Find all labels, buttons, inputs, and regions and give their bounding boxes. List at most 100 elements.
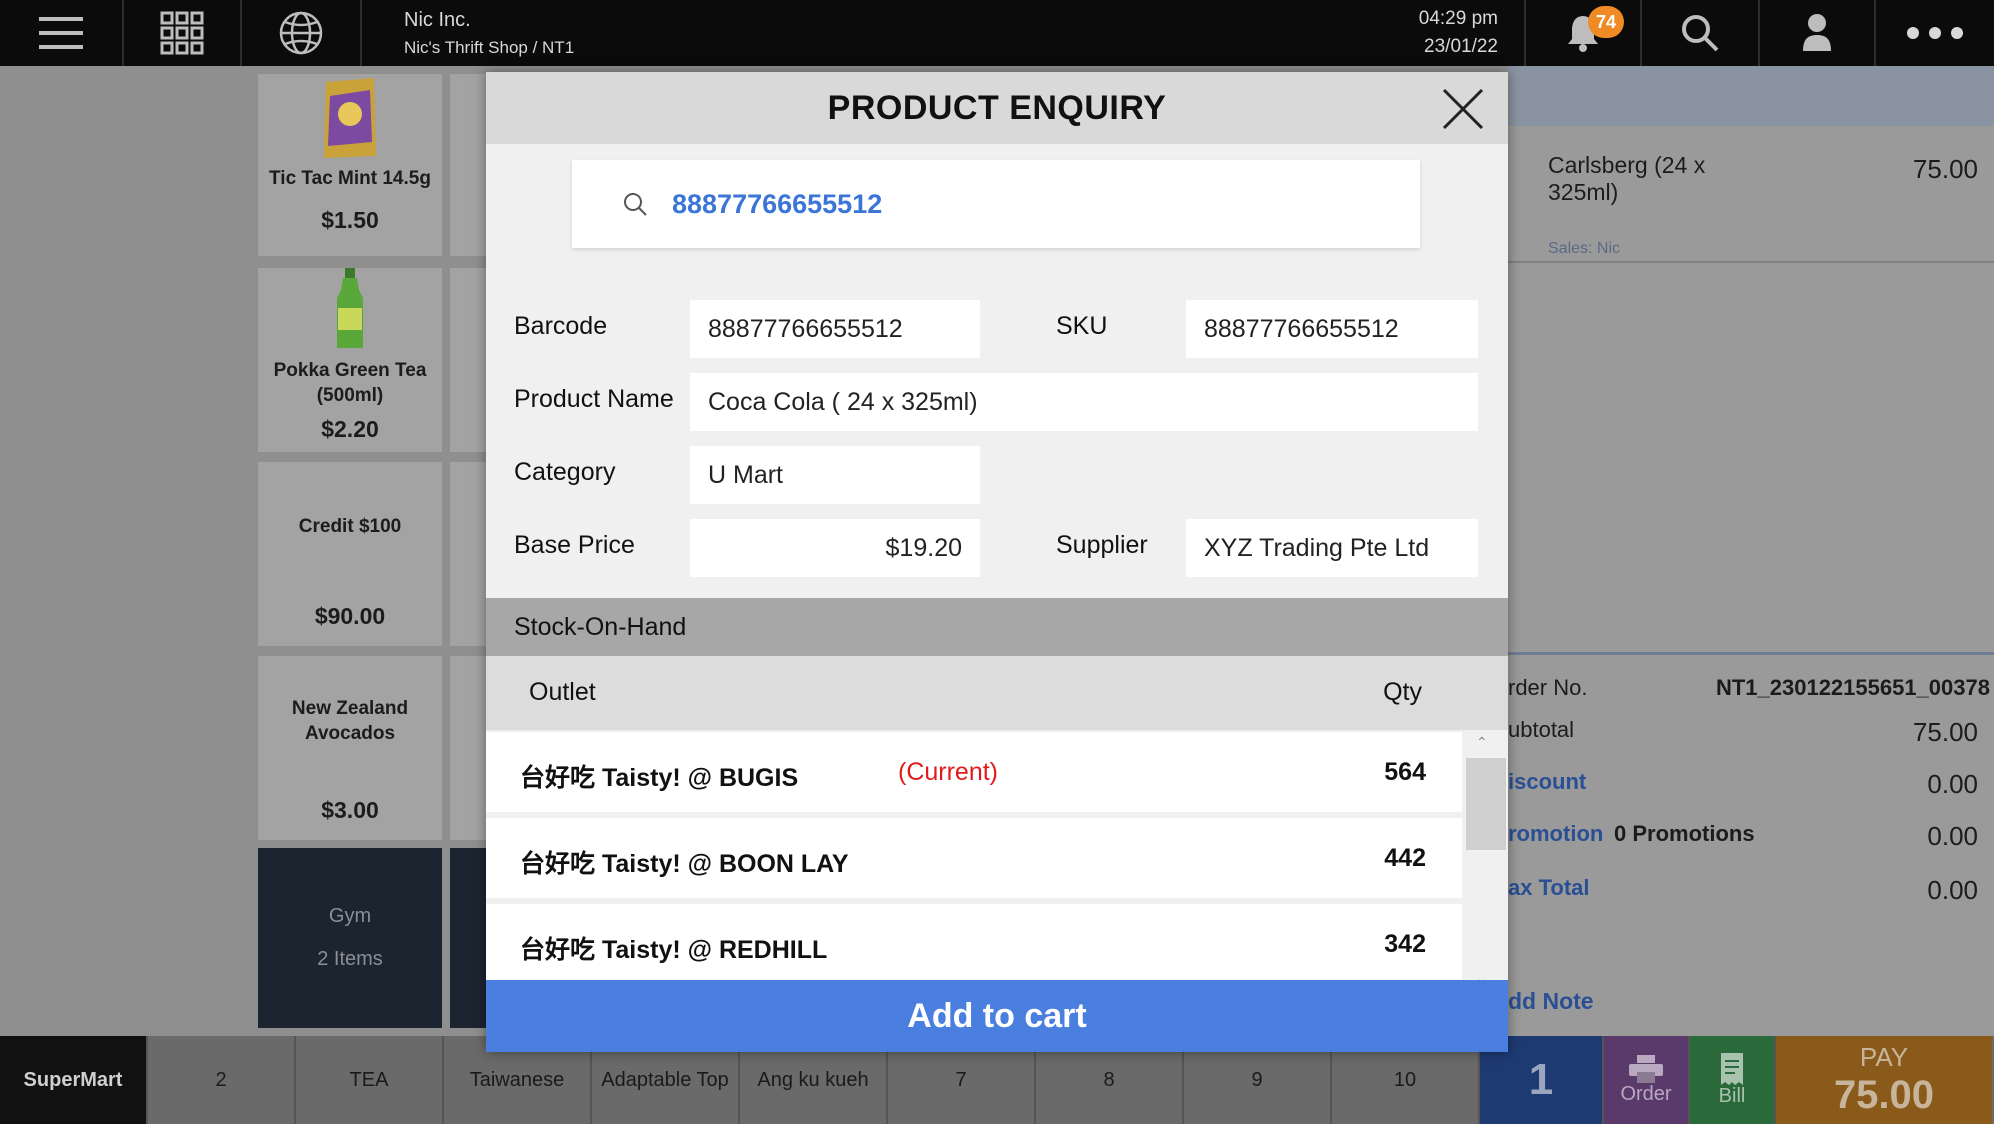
stock-row[interactable]: 台好吃 Taisty! @ REDHILL 342 [486,904,1462,984]
bill-button[interactable]: Bill [1690,1036,1776,1124]
category-field: U Mart [690,446,980,504]
outlet-name: 台好吃 Taisty! @ BOON LAY [520,850,849,878]
product-tile[interactable]: Credit $100 $90.00 [258,462,442,646]
cart-item-name: Carlsberg (24 x 325ml) [1548,152,1706,205]
apps-button[interactable] [124,0,242,66]
user-button[interactable] [1760,0,1876,66]
candy-pack-icon [324,78,376,158]
outlet-qty: 442 [1384,844,1426,872]
stock-on-hand-title: Stock-On-Hand [514,612,687,641]
category-name: Gym [328,905,372,927]
product-tile[interactable]: Tic Tac Mint 14.5g $1.50 [258,74,442,256]
language-button[interactable] [242,0,362,66]
category-tab[interactable]: 2 [148,1036,296,1124]
product-price: $90.00 [314,603,386,629]
globe-icon [279,11,323,55]
dialog-header: PRODUCT ENQUIRY [486,72,1508,144]
order-button[interactable]: Order [1604,1036,1690,1124]
product-price: $1.50 [321,207,379,233]
subtotal-label: ubtotal [1508,717,1575,742]
scroll-up-icon[interactable]: ⌃ [1476,734,1488,751]
tax-label: ax Total [1508,875,1590,900]
divider [1508,261,1994,263]
company-name: Nic Inc. [404,8,471,31]
pay-button[interactable]: PAY 75.00 [1776,1036,1992,1124]
pay-amount: 75.00 [1833,1073,1935,1117]
product-price: $2.20 [321,416,379,442]
product-enquiry-dialog: PRODUCT ENQUIRY Barcode 88877766655512 S… [486,72,1508,1052]
outlet-column-header: Outlet [529,678,596,706]
order-no-label: rder No. [1508,675,1588,700]
barcode-search-input[interactable] [672,188,1372,220]
product-tile[interactable]: New Zealand Avocados $3.00 [258,656,442,840]
current-time: 04:29 pm [1418,8,1498,29]
more-button[interactable] [1876,0,1994,66]
barcode-label: Barcode [514,312,608,340]
product-name: Pokka Green Tea (500ml) [273,360,427,406]
receipt-icon [1721,1052,1743,1085]
stock-on-hand-header: Stock-On-Hand [486,598,1508,656]
category-label: Category [514,458,616,486]
hamburger-icon [39,17,83,49]
datetime: 04:29 pm 23/01/22 [1419,8,1498,58]
category-tab[interactable]: TEA [296,1036,444,1124]
pay-label: PAY [1859,1042,1909,1072]
outlet-qty: 564 [1384,758,1426,786]
discount-label: iscount [1508,769,1587,794]
scrollbar-thumb[interactable] [1466,758,1506,850]
category-tile[interactable]: Gym 2 Items [258,848,442,1028]
current-outlet-tag: (Current) [898,758,999,786]
cart-item-price: 75.00 [1912,154,1978,184]
notification-badge: 74 [1588,6,1624,38]
user-icon [1803,14,1831,51]
shop-name: Nic's Thrift Shop / NT1 [404,37,575,57]
current-date: 23/01/22 [1424,36,1498,57]
search-button[interactable] [1642,0,1760,66]
product-price: $3.00 [321,797,379,823]
dialog-title: PRODUCT ENQUIRY [827,88,1167,127]
store-info-bar: Nic Inc. Nic's Thrift Shop / NT1 04:29 p… [362,0,1526,66]
store-info: Nic Inc. Nic's Thrift Shop / NT1 [404,9,574,58]
barcode-value: 88877766655512 [708,314,903,343]
bottle-icon [337,268,363,348]
cart-item-sales: Sales: Nic [1548,240,1621,257]
barcode-field: 88877766655512 [690,300,980,358]
product-name-field: Coca Cola ( 24 x 325ml) [690,373,1478,431]
add-to-cart-button[interactable]: Add to cart [486,980,1508,1052]
product-name: Credit $100 [298,516,402,537]
promotion-count: 0 Promotions [1614,821,1755,846]
close-icon[interactable] [1440,86,1486,132]
grid-icon [160,11,204,55]
sku-label: SKU [1056,312,1108,340]
stock-row[interactable]: 台好吃 Taisty! @ BOON LAY 442 [486,818,1462,898]
subtotal-value: 75.00 [1912,717,1978,747]
order-summary: rder No. NT1_230122155651_00378 ubtotal … [1508,652,1994,905]
cart-header [1508,66,1994,126]
outlet-qty: 342 [1384,930,1426,958]
stock-row[interactable]: 台好吃 Taisty! @ BUGIS (Current) 564 [486,732,1462,812]
supplier-label: Supplier [1056,531,1148,559]
base-price-label: Base Price [514,531,635,559]
add-note-link[interactable]: dd Note [1508,988,1594,1015]
product-name: New Zealand Avocados [291,698,409,744]
promotion-label: romotion [1508,821,1604,846]
stock-table-header: Outlet Qty [486,656,1508,730]
product-name-label: Product Name [514,385,674,413]
order-no-value: NT1_230122155651_00378 [1715,675,1990,700]
category-count: 2 Items [317,948,383,970]
notifications-button[interactable]: 74 [1526,0,1642,66]
outlet-name: 台好吃 Taisty! @ REDHILL [520,936,828,964]
category-value: U Mart [708,460,783,489]
barcode-search-box[interactable] [572,160,1420,248]
product-name: Tic Tac Mint 14.5g [269,168,431,189]
top-bar: Nic Inc. Nic's Thrift Shop / NT1 04:29 p… [0,0,1994,66]
stock-list[interactable]: 台好吃 Taisty! @ BUGIS (Current) 564 台好吃 Ta… [486,732,1462,994]
qty-column-header: Qty [1383,678,1422,706]
menu-button[interactable] [0,0,124,66]
search-icon [624,193,647,216]
category-tab-supermart[interactable]: SuperMart [0,1036,148,1124]
stock-list-scrollbar[interactable]: ⌃ ⌄ [1462,732,1508,994]
cart-panel: Carlsberg (24 x 325ml) 75.00 Sales: Nic … [1508,66,1994,1036]
product-name-value: Coca Cola ( 24 x 325ml) [708,387,978,416]
product-tile[interactable]: Pokka Green Tea (500ml) $2.20 [258,268,442,452]
